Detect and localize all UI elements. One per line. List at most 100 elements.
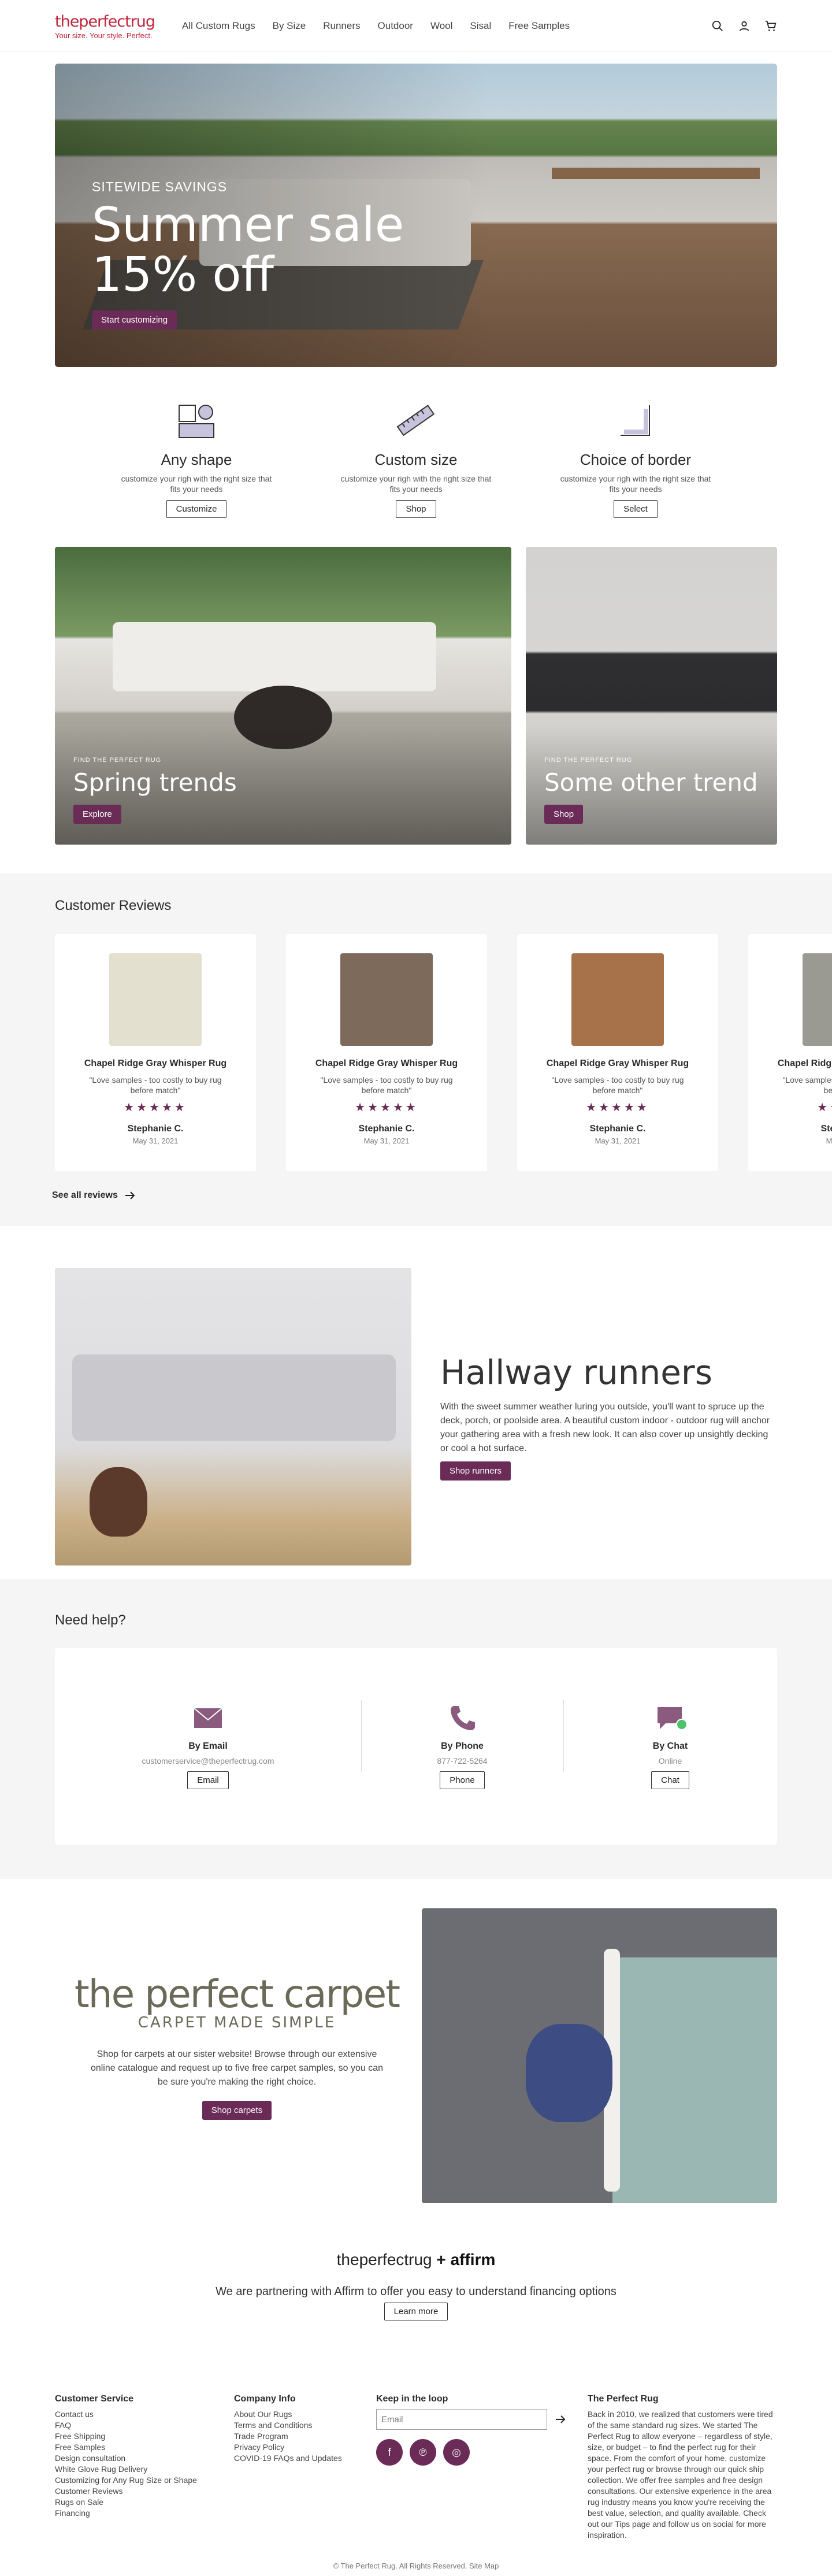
perfect-carpet-promo: the perfect carpet CARPET MADE SIMPLE Sh…: [55, 1879, 777, 2244]
review-card[interactable]: Chapel Ridge Gray Whisper Rug "Love samp…: [286, 934, 487, 1171]
help-channel-title: By Chat: [652, 1741, 688, 1751]
instagram-icon[interactable]: ◎: [443, 2439, 470, 2466]
review-card[interactable]: Chapel Ridge Gray Whisper Rug "Love samp…: [517, 934, 718, 1171]
footer-company-info: Company Info About Our Rugs Terms and Co…: [234, 2394, 376, 2541]
review-card[interactable]: Chapel Ridge Gray Whisper Rug "Love samp…: [748, 934, 832, 1171]
shop-runners-button[interactable]: Shop runners: [440, 1461, 511, 1481]
reviewer-name: Stephanie C.: [820, 1124, 832, 1134]
footer-link[interactable]: Customizing for Any Rug Size or Shape: [55, 2475, 234, 2486]
cart-icon[interactable]: [764, 20, 777, 32]
learn-more-button[interactable]: Learn more: [384, 2303, 448, 2320]
hero-eyebrow: SITEWIDE SAVINGS: [92, 179, 228, 194]
nav-wool[interactable]: Wool: [430, 20, 452, 32]
footer-link[interactable]: Terms and Conditions: [234, 2420, 376, 2431]
explore-button[interactable]: Explore: [73, 805, 121, 824]
help-channel-title: By Email: [188, 1741, 228, 1751]
footer-link[interactable]: Free Samples: [55, 2442, 234, 2453]
nav-all-custom-rugs[interactable]: All Custom Rugs: [182, 20, 255, 32]
footer-link[interactable]: White Glove Rug Delivery: [55, 2464, 234, 2475]
footer-heading: Keep in the loop: [376, 2394, 448, 2404]
start-customizing-button[interactable]: Start customizing: [92, 310, 177, 330]
see-all-reviews-link[interactable]: See all reviews: [52, 1190, 135, 1201]
affirm-text: We are partnering with Affirm to offer y…: [216, 2285, 616, 2298]
help-phone: By Phone 877-722-5264 Phone: [361, 1704, 563, 1789]
submit-arrow-icon[interactable]: [555, 2415, 566, 2423]
trend-eyebrow: FIND THE PERFECT RUG: [544, 757, 633, 764]
footer-link[interactable]: COVID-19 FAQs and Updates: [234, 2453, 376, 2464]
footer-link[interactable]: Design consultation: [55, 2453, 234, 2464]
affirm-logo-lockup: theperfectrug + affirm: [55, 2251, 777, 2269]
bench-image: [72, 1354, 396, 1441]
affirm-section: theperfectrug + affirm We are partnering…: [55, 2244, 777, 2394]
feature-border: Choice of border customize your righ wit…: [558, 401, 714, 518]
newsletter-email-input[interactable]: [376, 2409, 547, 2430]
envelope-icon: [194, 1708, 222, 1728]
reviews-carousel[interactable]: Chapel Ridge Gray Whisper Rug "Love samp…: [55, 934, 832, 1171]
footer-link[interactable]: Rugs on Sale: [55, 2497, 234, 2508]
site-footer: Customer Service Contact us FAQ Free Shi…: [55, 2394, 777, 2570]
pinterest-icon[interactable]: ℗: [410, 2439, 436, 2466]
nav-free-samples[interactable]: Free Samples: [508, 20, 570, 32]
email-button[interactable]: Email: [187, 1771, 229, 1789]
other-trend-card[interactable]: FIND THE PERFECT RUG Some other trend Sh…: [526, 547, 777, 845]
shop-size-button[interactable]: Shop: [396, 500, 436, 518]
review-product: Chapel Ridge Gray Whisper Rug: [84, 1058, 227, 1068]
footer-link[interactable]: FAQ: [55, 2420, 234, 2431]
copyright: © The Perfect Rug. All Rights Reserved. …: [333, 2562, 499, 2570]
review-quote: "Love samples - too costly to buy rug be…: [551, 1075, 684, 1095]
star-rating: ★★★★★: [586, 1101, 649, 1114]
hallway-image: [55, 1267, 411, 1565]
rug-swatch-image: [340, 953, 433, 1046]
footer-link[interactable]: Free Shipping: [55, 2431, 234, 2442]
trend-title: Some other trend: [544, 768, 758, 797]
chat-button[interactable]: Chat: [651, 1771, 689, 1789]
footer-link[interactable]: Privacy Policy: [234, 2442, 376, 2453]
footer-link[interactable]: Financing: [55, 2508, 234, 2519]
nav-runners[interactable]: Runners: [323, 20, 360, 32]
hero-title: Summer sale 15% off: [92, 201, 404, 300]
shop-trend-button[interactable]: Shop: [544, 805, 584, 824]
ruler-icon: [396, 405, 435, 436]
hero-title-line2: 15% off: [92, 247, 274, 302]
footer-link[interactable]: Customer Reviews: [55, 2486, 234, 2497]
header-actions: [711, 20, 777, 32]
help-email-address: customerservice@theperfectrug.com: [142, 1756, 274, 1766]
review-product: Chapel Ridge Gray Whisper Rug: [315, 1058, 458, 1068]
search-icon[interactable]: [711, 20, 724, 32]
feature-desc: customize your righ with the right size …: [560, 474, 711, 494]
affirm-brand-left: theperfectrug: [336, 2251, 432, 2268]
phone-button[interactable]: Phone: [440, 1771, 485, 1789]
nav-outdoor[interactable]: Outdoor: [378, 20, 413, 32]
spring-trends-card[interactable]: FIND THE PERFECT RUG Spring trends Explo…: [55, 547, 511, 845]
hallway-runners-section: Hallway runners With the sweet summer we…: [55, 1226, 777, 1579]
customer-reviews-section: Customer Reviews Chapel Ridge Gray Whisp…: [0, 874, 832, 1226]
reviewer-name: Stephanie C.: [127, 1124, 184, 1134]
account-icon[interactable]: [738, 20, 751, 32]
help-heading: Need help?: [55, 1612, 126, 1628]
hero-title-line1: Summer sale: [92, 198, 404, 253]
star-rating: ★★★★★: [355, 1101, 418, 1114]
review-date: May 31, 2021: [363, 1137, 410, 1145]
select-border-button[interactable]: Select: [614, 500, 658, 518]
footer-link[interactable]: About Our Rugs: [234, 2409, 376, 2420]
see-all-label: See all reviews: [52, 1190, 118, 1200]
customize-button[interactable]: Customize: [166, 500, 227, 518]
feature-row: Any shape customize your righ with the r…: [55, 367, 777, 518]
facebook-icon[interactable]: f: [376, 2439, 403, 2466]
footer-link[interactable]: Trade Program: [234, 2431, 376, 2442]
rug-swatch-image: [571, 953, 664, 1046]
footer-link[interactable]: Contact us: [55, 2409, 234, 2420]
review-date: May 31, 2021: [132, 1137, 179, 1145]
border-corner-icon: [621, 405, 650, 436]
nav-sisal[interactable]: Sisal: [470, 20, 491, 32]
review-card[interactable]: Chapel Ridge Gray Whisper Rug "Love samp…: [55, 934, 256, 1171]
feature-custom-size: Custom size customize your righ with the…: [338, 401, 494, 518]
logo[interactable]: theperfectrug Your size. Your style. Per…: [55, 13, 165, 40]
footer-customer-service: Customer Service Contact us FAQ Free Shi…: [55, 2394, 234, 2541]
chat-icon: [658, 1707, 688, 1730]
carpet-install-image: [422, 1908, 777, 2203]
logo-tagline: Your size. Your style. Perfect.: [55, 31, 153, 40]
shop-carpets-button[interactable]: Shop carpets: [202, 2101, 272, 2120]
feature-desc: customize your righ with the right size …: [340, 474, 492, 494]
nav-by-size[interactable]: By Size: [273, 20, 306, 32]
